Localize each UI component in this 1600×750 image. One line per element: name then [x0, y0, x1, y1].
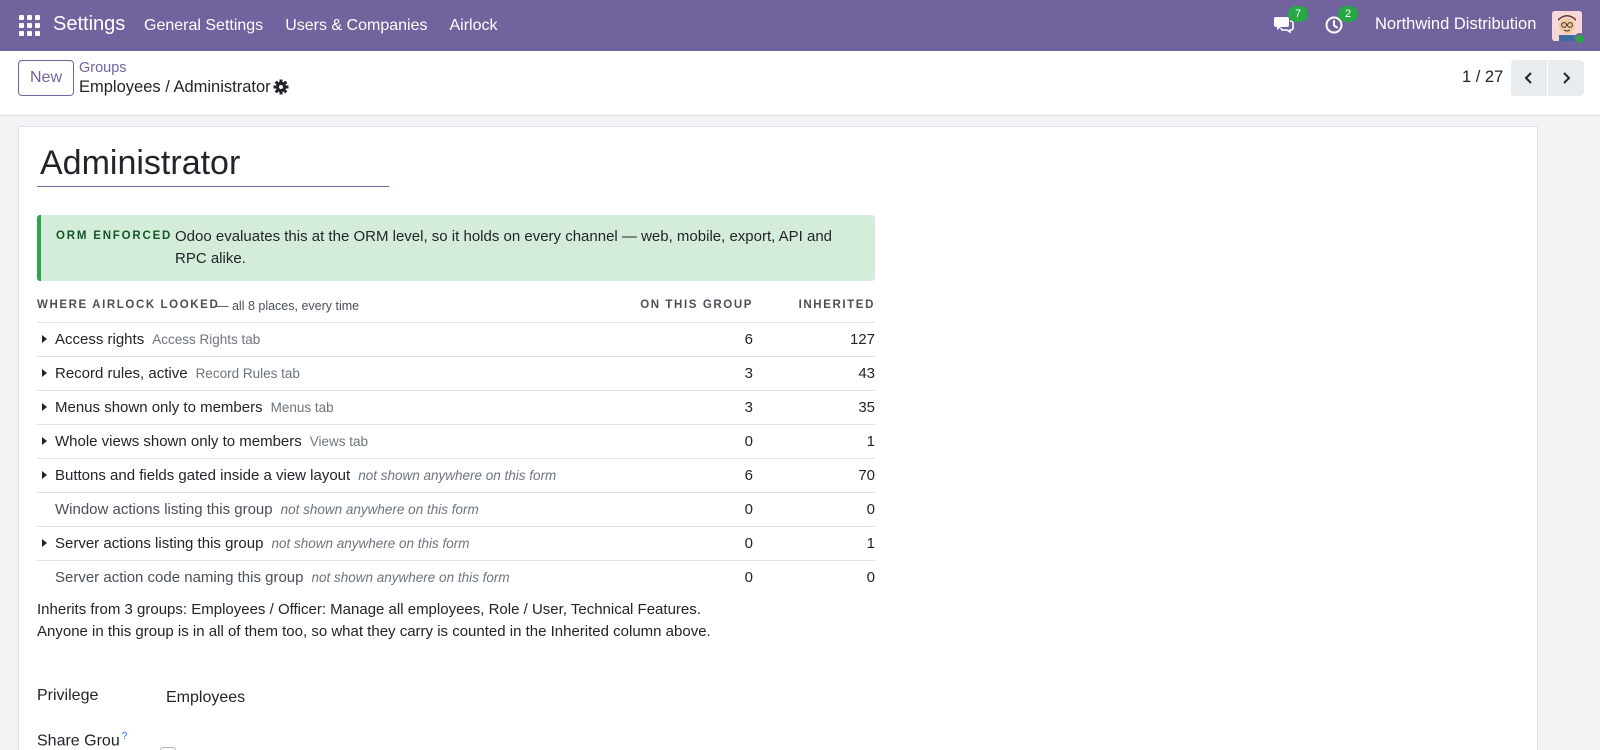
row-inherited-count: 43 — [858, 365, 875, 382]
activities-count-badge: 2 — [1338, 6, 1358, 22]
orm-enforced-alert: ORM ENFORCED Odoo evaluates this at the … — [37, 215, 875, 281]
pager-previous-button[interactable] — [1511, 60, 1547, 96]
row-own-count: 6 — [744, 331, 753, 348]
breadcrumb-groups-link[interactable]: Groups — [79, 60, 127, 76]
table-row[interactable]: Server actions listing this group not sho… — [37, 527, 875, 561]
row-hint: Record Rules tab — [195, 366, 300, 381]
row-label[interactable]: Whole views shown only to members Views t… — [55, 433, 368, 450]
help-tooltip-icon[interactable]: ? — [122, 731, 128, 742]
app-brand[interactable]: Settings — [53, 13, 125, 36]
row-inherited-count: 1 — [866, 433, 875, 450]
messages-count-badge: 7 — [1288, 6, 1308, 22]
menu-users-companies[interactable]: Users & Companies — [274, 17, 438, 35]
row-label: Window actions listing this group not sho… — [55, 501, 479, 518]
row-own-count: 0 — [744, 569, 753, 586]
control-panel: New Groups Employees / Administrator 1 /… — [0, 51, 1600, 116]
caret-right-icon[interactable] — [42, 471, 47, 479]
row-own-count: 0 — [744, 535, 753, 552]
row-inherited-count: 127 — [849, 331, 875, 348]
breadcrumb-current: Employees / Administrator — [79, 78, 271, 96]
chevron-right-icon — [1563, 72, 1571, 84]
company-switcher[interactable]: Northwind Distribution — [1375, 15, 1536, 34]
airlock-table-header: WHERE AIRLOCK LOOKED — all 8 places, eve… — [37, 299, 875, 323]
table-subtitle: — all 8 places, every time — [216, 299, 360, 313]
table-row[interactable]: Menus shown only to members Menus tab 3 3… — [37, 391, 875, 425]
table-row[interactable]: Buttons and fields gated inside a view l… — [37, 459, 875, 493]
row-own-count: 6 — [744, 467, 753, 484]
row-label[interactable]: Record rules, active Record Rules tab — [55, 365, 300, 382]
row-hint: Menus tab — [270, 400, 334, 415]
row-hint: not shown anywhere on this form — [311, 570, 510, 585]
table-title: WHERE AIRLOCK LOOKED — [37, 299, 220, 311]
pager-value[interactable]: 1 / 27 — [1462, 68, 1503, 87]
app-menu-icon[interactable] — [19, 15, 40, 36]
gear-icon[interactable] — [272, 78, 290, 96]
row-hint: not shown anywhere on this form — [271, 536, 470, 551]
alert-text: Odoo evaluates this at the ORM level, so… — [175, 228, 833, 267]
row-hint: Views tab — [309, 434, 369, 449]
row-label: Server action code naming this group not … — [55, 569, 510, 586]
group-name-input[interactable] — [37, 141, 389, 187]
column-header-inherited: INHERITED — [798, 299, 875, 311]
caret-right-icon[interactable] — [42, 437, 47, 445]
alert-tag: ORM ENFORCED — [56, 230, 173, 242]
row-inherited-count: 0 — [866, 569, 875, 586]
row-inherited-count: 70 — [858, 467, 875, 484]
row-label[interactable]: Access rights Access Rights tab — [55, 331, 260, 348]
user-avatar[interactable] — [1552, 11, 1586, 45]
caret-right-icon[interactable] — [42, 369, 47, 377]
menu-airlock[interactable]: Airlock — [438, 17, 508, 35]
row-own-count: 3 — [744, 399, 753, 416]
caret-right-icon[interactable] — [42, 539, 47, 547]
top-navbar: Settings General Settings Users & Compan… — [0, 0, 1600, 51]
row-label[interactable]: Server actions listing this group not sho… — [55, 535, 470, 552]
menu-general-settings[interactable]: General Settings — [133, 17, 274, 35]
row-hint: not shown anywhere on this form — [280, 502, 479, 517]
row-own-count: 0 — [744, 501, 753, 518]
row-inherited-count: 35 — [858, 399, 875, 416]
row-hint: not shown anywhere on this form — [358, 468, 557, 483]
caret-right-icon[interactable] — [42, 335, 47, 343]
row-hint: Access Rights tab — [152, 332, 261, 347]
inheritance-note: Inherits from 3 groups: Employees / Offi… — [37, 601, 711, 640]
form-sheet: ORM ENFORCED Odoo evaluates this at the … — [18, 126, 1538, 750]
column-header-on-this-group: ON THIS GROUP — [640, 299, 753, 311]
main-menu: General Settings Users & Companies Airlo… — [133, 0, 508, 51]
table-row: Window actions listing this group not sho… — [37, 493, 875, 527]
row-inherited-count: 1 — [866, 535, 875, 552]
messages-systray[interactable]: 7 — [1273, 6, 1308, 37]
privilege-label: Privilege — [37, 687, 99, 704]
online-status-dot — [1574, 33, 1586, 45]
table-row[interactable]: Access rights Access Rights tab 6 127 — [37, 323, 875, 357]
row-own-count: 3 — [744, 365, 753, 382]
chevron-left-icon — [1524, 72, 1532, 84]
new-button[interactable]: New — [18, 60, 74, 96]
table-row: Server action code naming this group not … — [37, 561, 875, 595]
table-row[interactable]: Whole views shown only to members Views t… — [37, 425, 875, 459]
activities-systray[interactable]: 2 — [1323, 6, 1358, 37]
caret-right-icon[interactable] — [42, 403, 47, 411]
row-label[interactable]: Menus shown only to members Menus tab — [55, 399, 334, 416]
row-own-count: 0 — [744, 433, 753, 450]
table-row[interactable]: Record rules, active Record Rules tab 3 4… — [37, 357, 875, 391]
row-label[interactable]: Buttons and fields gated inside a view l… — [55, 467, 556, 484]
row-inherited-count: 0 — [866, 501, 875, 518]
pager-next-button[interactable] — [1548, 60, 1584, 96]
share-group-label: Share Grou? — [37, 731, 128, 750]
privilege-value[interactable]: Employees — [166, 689, 245, 707]
